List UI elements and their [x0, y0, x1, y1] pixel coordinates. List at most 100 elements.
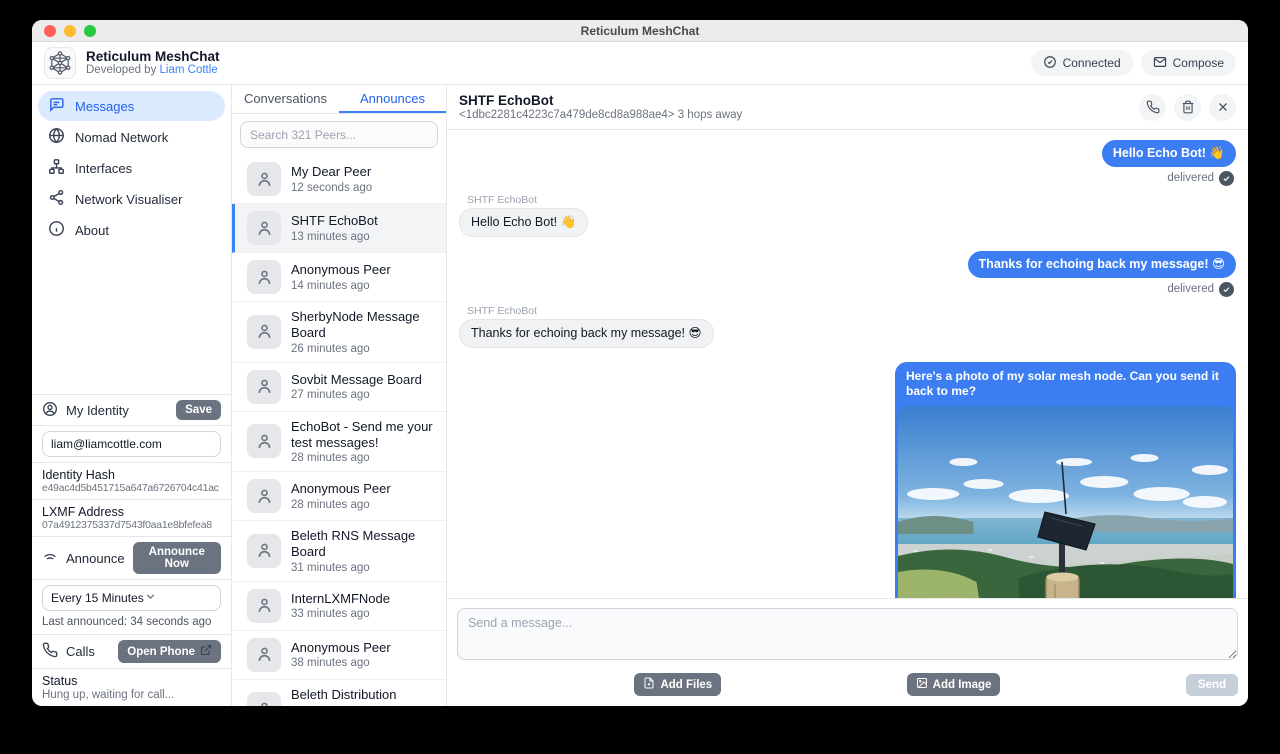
- peer-search-input[interactable]: [240, 121, 438, 148]
- sender-name: SHTF EchoBot: [467, 194, 1236, 206]
- peer-announce-time: 28 minutes ago: [291, 452, 436, 464]
- announce-row: Announce Announce Now: [32, 537, 231, 580]
- peer-avatar-icon: [247, 638, 281, 672]
- envelope-icon: [1153, 55, 1167, 72]
- close-conversation-button[interactable]: [1209, 94, 1236, 121]
- peer-announce-time: 27 minutes ago: [291, 389, 422, 401]
- peer-list-item[interactable]: Beleth Distribution Group 1 hours ago: [232, 680, 446, 707]
- add-files-button[interactable]: Add Files: [634, 673, 721, 696]
- outgoing-photo-message[interactable]: Here's a photo of my solar mesh node. Ca…: [895, 362, 1236, 599]
- delete-conversation-button[interactable]: [1174, 94, 1201, 121]
- identity-hash-label: Identity Hash: [42, 468, 221, 482]
- peer-avatar-icon: [247, 424, 281, 458]
- lxmf-address-row: LXMF Address 07a4912375337d7543f0aa1e8bf…: [32, 500, 231, 537]
- wifi-icon: [42, 549, 58, 568]
- peer-list-item[interactable]: InternLXMFNode 33 minutes ago: [232, 582, 446, 631]
- chat-bubble-icon: [48, 96, 65, 116]
- connected-status-badge[interactable]: Connected: [1031, 50, 1133, 76]
- peer-name: InternLXMFNode: [291, 591, 390, 607]
- image-icon: [916, 677, 928, 692]
- announce-now-button[interactable]: Announce Now: [133, 542, 221, 574]
- incoming-message: Thanks for echoing back my message! 😎: [459, 319, 714, 348]
- calls-row: Calls Open Phone: [32, 635, 231, 669]
- peer-avatar-icon: [247, 162, 281, 196]
- peer-announce-time: 26 minutes ago: [291, 343, 436, 355]
- add-image-button[interactable]: Add Image: [907, 673, 1001, 696]
- peer-list-item[interactable]: SHTF EchoBot 13 minutes ago: [232, 204, 446, 253]
- chat-peer-name: SHTF EchoBot: [459, 93, 742, 109]
- peer-list-item[interactable]: Anonymous Peer 28 minutes ago: [232, 472, 446, 521]
- announce-interval-row: Every 15 Minutes Last announced: 34 seco…: [32, 580, 231, 635]
- photo-caption: Here's a photo of my solar mesh node. Ca…: [898, 365, 1233, 406]
- outgoing-message: Thanks for echoing back my message! 😎: [968, 251, 1236, 278]
- peer-name: EchoBot - Send me your test messages!: [291, 419, 436, 452]
- calls-label: Calls: [66, 644, 95, 659]
- peer-avatar-icon: [247, 260, 281, 294]
- delivered-check-icon: [1219, 171, 1234, 186]
- status-value: Hung up, waiting for call...: [42, 689, 221, 701]
- sidebar-item-interfaces[interactable]: Interfaces: [38, 153, 225, 183]
- call-peer-button[interactable]: [1139, 94, 1166, 121]
- peer-name: My Dear Peer: [291, 164, 372, 180]
- chevron-down-icon: [144, 590, 157, 606]
- sidebar: Messages Nomad Network Interfaces Networ…: [32, 85, 232, 706]
- compose-button[interactable]: Compose: [1141, 50, 1236, 76]
- close-icon: [1216, 100, 1230, 114]
- peer-announce-time: 38 minutes ago: [291, 657, 391, 669]
- phone-icon: [42, 642, 58, 661]
- peer-announce-time: 12 seconds ago: [291, 182, 372, 194]
- peer-list-item[interactable]: My Dear Peer 12 seconds ago: [232, 155, 446, 204]
- solar-node-photo: [898, 406, 1233, 598]
- peer-name: Beleth RNS Message Board: [291, 528, 436, 561]
- message-input[interactable]: [457, 608, 1238, 660]
- peer-name: SHTF EchoBot: [291, 213, 378, 229]
- screen: Reticulum MeshChat Reticulum MeshChat De…: [0, 0, 1280, 754]
- sidebar-item-messages[interactable]: Messages: [38, 91, 225, 121]
- peer-avatar-icon: [247, 315, 281, 349]
- hierarchy-icon: [48, 158, 65, 178]
- peer-list-item[interactable]: Beleth RNS Message Board 31 minutes ago: [232, 521, 446, 582]
- titlebar: Reticulum MeshChat: [32, 20, 1248, 42]
- peer-avatar-icon: [247, 534, 281, 568]
- peer-list-item[interactable]: SherbyNode Message Board 26 minutes ago: [232, 302, 446, 363]
- external-link-icon: [200, 644, 212, 659]
- app-header: Reticulum MeshChat Developed by Liam Cot…: [32, 42, 1248, 85]
- peer-avatar-icon: [247, 692, 281, 706]
- sidebar-item-about[interactable]: About: [38, 215, 225, 245]
- announce-interval-select[interactable]: Every 15 Minutes: [42, 585, 221, 611]
- tab-announces[interactable]: Announces: [339, 85, 446, 113]
- peer-announce-time: 14 minutes ago: [291, 280, 391, 292]
- peer-name: Anonymous Peer: [291, 262, 391, 278]
- phone-icon: [1146, 100, 1160, 114]
- peer-list-item[interactable]: EchoBot - Send me your test messages! 28…: [232, 412, 446, 473]
- last-announced-text: Last announced: 34 seconds ago: [42, 611, 221, 629]
- save-button[interactable]: Save: [176, 400, 221, 420]
- peer-list-item[interactable]: Sovbit Message Board 27 minutes ago: [232, 363, 446, 412]
- display-name-row: [32, 426, 231, 463]
- message-composer: Add Files Add Image Send: [447, 598, 1248, 706]
- peer-announce-time: 28 minutes ago: [291, 499, 391, 511]
- peer-list-item[interactable]: Anonymous Peer 38 minutes ago: [232, 631, 446, 680]
- peer-name: SherbyNode Message Board: [291, 309, 436, 342]
- delivery-status: delivered: [459, 282, 1234, 297]
- peer-announce-time: 31 minutes ago: [291, 562, 436, 574]
- send-button[interactable]: Send: [1186, 674, 1238, 696]
- info-icon: [48, 220, 65, 240]
- message-history: Hello Echo Bot! 👋 delivered SHTF EchoBot…: [447, 130, 1248, 598]
- display-name-input[interactable]: [42, 431, 221, 457]
- sidebar-item-network-visualiser[interactable]: Network Visualiser: [38, 184, 225, 214]
- peer-list-item[interactable]: Anonymous Peer 14 minutes ago: [232, 253, 446, 302]
- peer-name: Anonymous Peer: [291, 640, 391, 656]
- sender-name: SHTF EchoBot: [467, 305, 1236, 317]
- tab-conversations[interactable]: Conversations: [232, 85, 339, 113]
- open-phone-button[interactable]: Open Phone: [118, 640, 221, 663]
- peers-tabbar: Conversations Announces: [232, 85, 446, 114]
- file-icon: [643, 677, 655, 692]
- lxmf-address-value: 07a4912375337d7543f0aa1e8bfefea8: [42, 520, 221, 531]
- chat-panel: SHTF EchoBot <1dbc2281c4223c7a479de8cd8a…: [447, 85, 1248, 706]
- check-circle-icon: [1043, 55, 1057, 72]
- window-title: Reticulum MeshChat: [32, 24, 1248, 38]
- sidebar-item-nomad-network[interactable]: Nomad Network: [38, 122, 225, 152]
- developer-link[interactable]: Liam Cottle: [160, 64, 218, 76]
- announce-label: Announce: [66, 551, 125, 566]
